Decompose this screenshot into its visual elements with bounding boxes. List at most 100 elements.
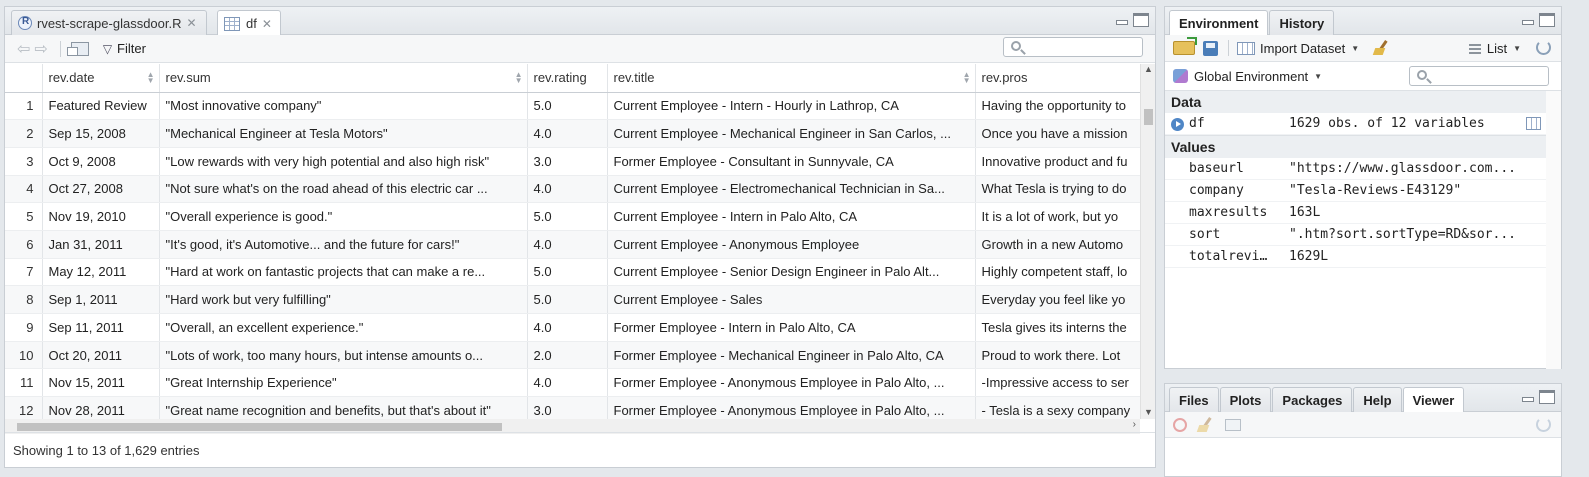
tab-df[interactable]: df ✕ [217,10,281,36]
table-row[interactable]: 9 Sep 11, 2011 "Overall, an excellent expe… [5,313,1155,342]
view-mode-dropdown[interactable]: List ▼ [1468,41,1521,56]
chevron-down-icon: ▼ [1513,44,1521,53]
column-header-rev-title[interactable]: rev.title ▲ ▼ [607,64,976,93]
broom-clear-icon[interactable] [1373,40,1391,56]
broom-clear-icon[interactable] [1197,417,1215,433]
tab-packages[interactable]: Packages [1272,387,1353,412]
cell-rev-sum: "Not sure what's on the road ahead of th… [159,175,528,204]
env-value-row[interactable]: totalrevi… 1629L [1165,246,1561,268]
close-icon[interactable]: ✕ [262,17,272,31]
rownum-header [5,64,43,93]
data-grid: rev.date ▲ ▼ rev.sum ▲ ▼ rev.rating rev.titl… [5,64,1155,419]
cell-rev-sum: "Great Internship Experience" [159,368,528,398]
cell-rev-date: Jan 31, 2011 [42,230,160,259]
env-data-row-df[interactable]: df 1629 obs. of 12 variables [1165,113,1561,135]
environment-tabbar: Environment History [1165,7,1561,36]
cell-rev-rating: 3.0 [527,147,608,176]
tab-help[interactable]: Help [1353,387,1402,412]
table-row[interactable]: 1 Featured Review "Most innovative company… [5,92,1155,121]
table-row[interactable]: 12 Nov 28, 2011 "Great name recognition an… [5,396,1155,419]
environment-search-input[interactable] [1409,66,1549,86]
vertical-splitter[interactable] [1156,6,1164,476]
load-workspace-icon[interactable] [1173,37,1197,55]
column-header-rev-pros[interactable]: rev.pros [975,64,1155,93]
tab-viewer[interactable]: Viewer [1402,387,1465,413]
tab-rvest-script[interactable]: rvest-scrape-glassdoor.R ✕ [11,10,207,35]
variable-value: 163L [1289,205,1321,220]
table-row[interactable]: 5 Nov 19, 2010 "Overall experience is good… [5,202,1155,231]
popout-window-icon[interactable] [66,41,89,56]
tab-plots[interactable]: Plots [1219,387,1272,412]
table-row[interactable]: 4 Oct 27, 2008 "Not sure what's on the roa… [5,175,1155,204]
cell-rev-rating: 4.0 [527,119,608,148]
data-viewer-pane: rvest-scrape-glassdoor.R ✕ df ✕ ⇦ ⇨ ▽ Fi… [4,6,1156,468]
environment-selector[interactable]: Global Environment [1194,69,1308,84]
cell-rev-sum: "Low rewards with very high potential an… [159,147,528,176]
minimize-icon[interactable] [1520,390,1536,404]
tab-history[interactable]: History [1269,10,1335,35]
cell-rev-pros: What Tesla is trying to do [975,175,1155,204]
table-row[interactable]: 3 Oct 9, 2008 "Low rewards with very high … [5,147,1155,176]
entries-status: Showing 1 to 13 of 1,629 entries [5,432,1155,467]
expand-play-icon[interactable] [1171,118,1184,131]
env-value-row[interactable]: sort ".htm?sort.sortType=RD&sor... [1165,224,1561,246]
horizontal-splitter[interactable] [1164,371,1562,381]
column-header-rev-rating[interactable]: rev.rating [527,64,608,93]
row-number: 3 [5,147,43,176]
scroll-down-icon[interactable]: ▼ [1144,407,1153,417]
cell-rev-pros: -Impressive access to ser [975,368,1155,398]
values-list: baseurl "https://www.glassdoor.com... comp… [1165,158,1561,268]
table-search-input[interactable] [1003,37,1143,57]
filter-button[interactable]: Filter [117,41,146,56]
cell-rev-date: Nov 19, 2010 [42,202,160,231]
table-row[interactable]: 2 Sep 15, 2008 "Mechanical Engineer at Tes… [5,119,1155,148]
table-row[interactable]: 6 Jan 31, 2011 "It's good, it's Automotive… [5,230,1155,259]
table-row[interactable]: 11 Nov 15, 2011 "Great Internship Experien… [5,368,1155,398]
row-number: 4 [5,175,43,204]
popout-window-icon[interactable] [1225,418,1241,431]
refresh-icon[interactable] [1536,417,1551,432]
scroll-thumb[interactable] [1144,109,1153,125]
scroll-thumb[interactable] [17,423,502,431]
table-row[interactable]: 8 Sep 1, 2011 "Hard work but very fulfilli… [5,285,1155,314]
env-value-row[interactable]: company "Tesla-Reviews-E43129" [1165,180,1561,202]
environment-scrollbar[interactable] [1546,91,1561,369]
cell-rev-date: Sep 1, 2011 [42,285,160,314]
save-icon[interactable] [1203,40,1218,56]
maximize-icon[interactable] [1133,13,1149,27]
chevron-down-icon[interactable]: ▼ [1351,44,1359,53]
scroll-up-icon[interactable]: ▲ [1144,64,1153,74]
row-number: 5 [5,202,43,231]
view-table-icon[interactable] [1526,117,1541,130]
env-value-row[interactable]: baseurl "https://www.glassdoor.com... [1165,158,1561,180]
tab-environment[interactable]: Environment [1169,10,1269,36]
forward-arrow-icon[interactable]: ⇨ [34,39,47,59]
minimize-icon[interactable] [1114,13,1130,27]
maximize-icon[interactable] [1539,13,1555,27]
scroll-right-icon[interactable]: › [1133,419,1136,430]
remove-viewer-icon[interactable] [1173,417,1187,432]
refresh-icon[interactable] [1536,40,1551,55]
table-row[interactable]: 7 May 12, 2011 "Hard at work on fantastic … [5,258,1155,287]
tab-files[interactable]: Files [1169,387,1219,412]
column-header-rev-date[interactable]: rev.date ▲ ▼ [42,64,160,93]
close-icon[interactable]: ✕ [187,16,197,30]
import-dataset-button[interactable]: Import Dataset [1260,41,1345,56]
table-row[interactable]: 10 Oct 20, 2011 "Lots of work, too many ho… [5,341,1155,370]
data-table: rev.date ▲ ▼ rev.sum ▲ ▼ rev.rating rev.titl… [5,64,1155,419]
minimize-icon[interactable] [1520,13,1536,27]
cell-rev-pros: Highly competent staff, lo [975,258,1155,287]
filter-icon[interactable]: ▽ [103,42,112,56]
toolbar-separator [59,40,61,57]
grid-vertical-scrollbar[interactable]: ▲ ▼ [1140,64,1155,419]
chevron-down-icon[interactable]: ▼ [1314,72,1322,81]
cell-rev-date: Nov 15, 2011 [42,368,160,398]
cell-rev-sum: "Hard at work on fantastic projects that… [159,258,528,287]
back-arrow-icon[interactable]: ⇦ [17,39,30,59]
files-pane: Files Plots Packages Help Viewer [1164,383,1562,477]
maximize-icon[interactable] [1539,390,1555,404]
variable-name: sort [1189,227,1221,242]
column-header-rev-sum[interactable]: rev.sum ▲ ▼ [159,64,528,93]
environment-selector-bar: Global Environment ▼ [1165,62,1561,90]
env-value-row[interactable]: maxresults 163L [1165,202,1561,224]
